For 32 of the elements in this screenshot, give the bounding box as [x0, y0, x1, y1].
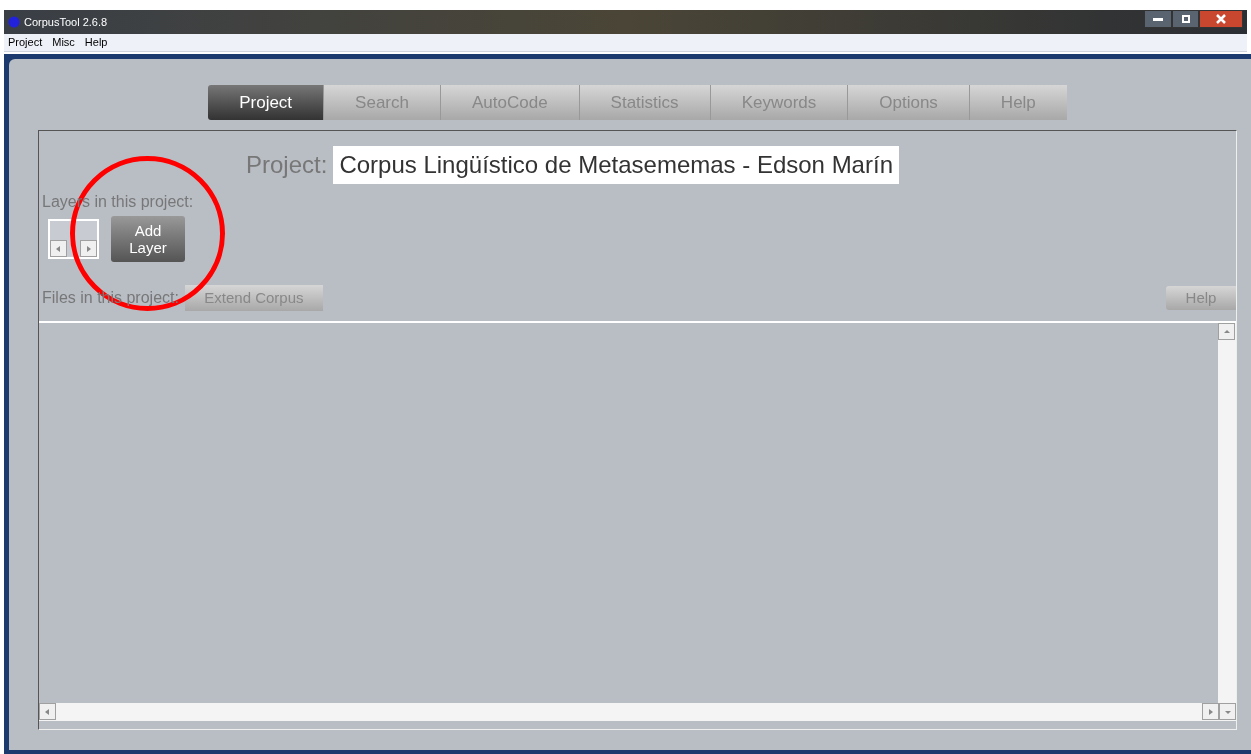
tab[interactable]: Statistics	[578, 85, 710, 120]
tab[interactable]: AutoCode	[439, 85, 579, 120]
add-layer-button[interactable]: Add Layer	[111, 216, 185, 262]
menu-item[interactable]: Project	[8, 34, 43, 51]
extend-corpus-button[interactable]: Extend Corpus	[184, 285, 323, 311]
minimize-icon	[1153, 17, 1163, 21]
window-title: CorpusTool 2.6.8	[24, 14, 108, 30]
project-label: Project:	[246, 150, 328, 180]
menu-item[interactable]: Misc	[52, 34, 75, 51]
menu-item[interactable]: Help	[84, 34, 108, 51]
app-icon	[8, 16, 20, 28]
file-list[interactable]	[39, 321, 1236, 721]
tab[interactable]: Project	[208, 85, 324, 120]
project-name: Corpus Lingüístico de Metasememas - Edson Marín	[333, 146, 899, 184]
help-button[interactable]: Help	[1166, 286, 1236, 310]
tab[interactable]: Keywords	[709, 85, 848, 120]
scroll-down-icon[interactable]	[1219, 703, 1236, 720]
scroll-left-icon[interactable]	[50, 240, 67, 257]
minimize-button[interactable]	[1144, 10, 1172, 28]
close-button[interactable]	[1199, 10, 1243, 28]
restore-button[interactable]	[1172, 10, 1199, 28]
scroll-right-icon[interactable]	[80, 240, 97, 257]
layer-list[interactable]	[48, 219, 99, 259]
restore-icon	[1181, 15, 1190, 23]
tab[interactable]: Help	[968, 85, 1067, 120]
scroll-up-icon[interactable]	[1218, 323, 1235, 340]
tab[interactable]: Options	[847, 85, 969, 120]
scroll-left-icon[interactable]	[39, 703, 56, 720]
tab[interactable]: Search	[323, 85, 440, 120]
scroll-right-icon[interactable]	[1202, 703, 1219, 720]
close-icon	[1216, 14, 1226, 24]
vertical-scrollbar[interactable]	[1218, 323, 1236, 703]
